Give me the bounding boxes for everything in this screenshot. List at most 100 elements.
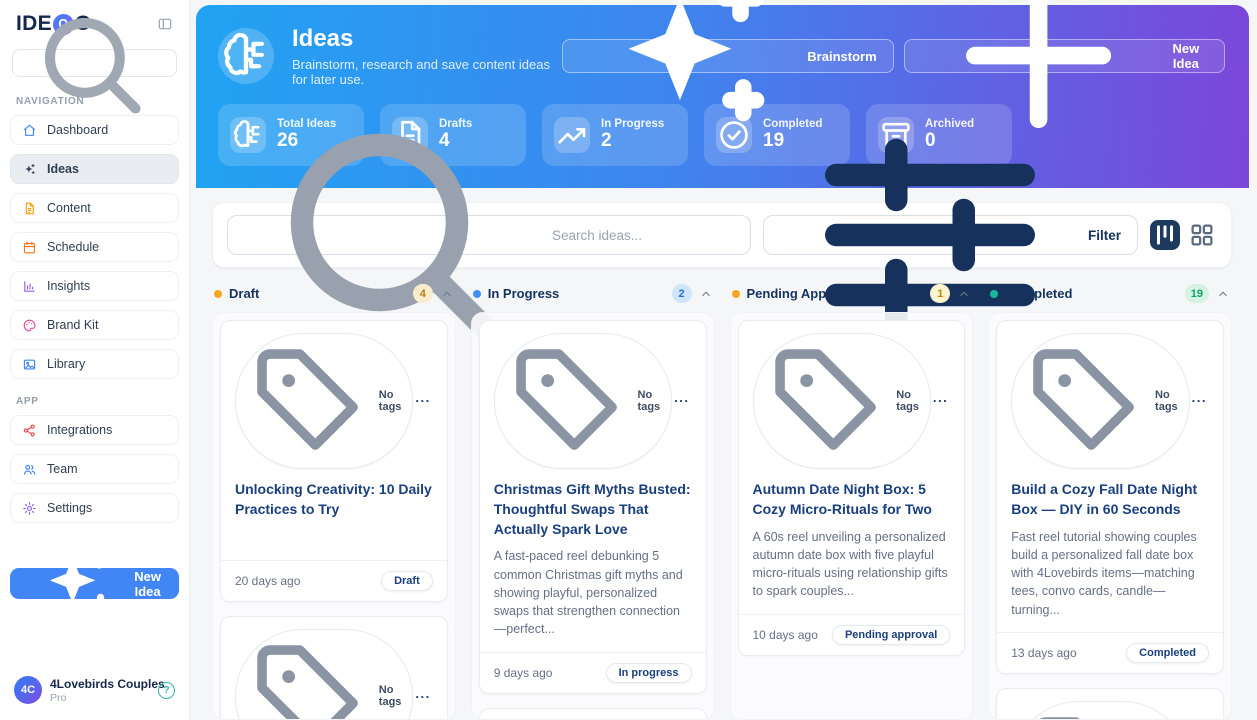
column-count-badge: 19 [1185,284,1209,303]
card-menu-icon[interactable]: ... [672,395,691,406]
tags-pill: No tags [235,629,413,720]
card-title: Unlocking Creativity: 10 Daily Practices… [235,480,433,520]
status-dot [214,290,222,298]
sidebar-item-label: Content [47,201,91,215]
card-menu-icon[interactable]: ... [413,691,432,702]
account-name[interactable]: 4Lovebirds Couples [50,677,150,691]
idea-card[interactable]: No tags ... Test Christmas Christmas Gif… [220,616,448,720]
idea-card[interactable]: No tags ... Autumn Micro-Date Box: 7 Coz… [996,688,1224,720]
card-status-badge: Pending approval [832,625,950,645]
filter-button[interactable]: Filter [763,215,1138,255]
tags-pill: No tags [753,333,931,469]
column-header: Draft 4 [212,284,456,303]
kanban-icon [1150,220,1180,250]
help-icon[interactable]: ? [158,682,175,699]
avatar[interactable]: 4C [14,676,42,704]
main-area: Ideas Brainstorm, research and save cont… [190,0,1257,720]
chevron-up-icon[interactable] [699,287,713,301]
stat-label: In Progress [601,118,664,130]
ideas-search[interactable] [227,215,751,255]
tags-pill: No tags [1011,333,1189,469]
sidebar-item-label: Dashboard [47,123,108,137]
sidebar-item-library[interactable]: Library [10,349,179,379]
tag-icon [763,337,891,465]
idea-card[interactable]: No tags ... Unlocking Creativity: 10 Dai… [220,320,448,602]
kanban-board: Draft 4 No tags ... Unlocking Creativity… [212,284,1232,720]
card-menu-icon[interactable]: ... [931,395,950,406]
chevron-up-icon[interactable] [1216,287,1230,301]
image-icon [22,357,37,372]
sidebar-item-label: Integrations [47,423,112,437]
page-subtitle: Brainstorm, research and save content id… [292,57,562,87]
sidebar-item-settings[interactable]: Settings [10,493,179,523]
card-menu-icon[interactable]: ... [1190,395,1209,406]
trend-up-icon [554,117,590,153]
card-title: Build a Cozy Fall Date Night Box — DIY i… [1011,480,1209,520]
card-timestamp: 9 days ago [494,666,553,680]
new-idea-button[interactable]: New Idea [904,39,1225,73]
board-column-draft: Draft 4 No tags ... Unlocking Creativity… [212,284,456,720]
brainstorm-button[interactable]: Brainstorm [562,39,894,73]
kanban-view-button[interactable] [1150,220,1180,250]
tag-icon [245,337,373,465]
column-count-badge: 2 [672,284,692,303]
column-title: In Progress [488,286,560,301]
sidebar-item-content[interactable]: Content [10,193,179,223]
idea-card[interactable]: No tags ... Christmas Gift Myths Busted:… [479,320,707,694]
card-status-badge: Draft [381,571,433,591]
idea-card[interactable]: No tags ... Build a Cozy Fall Date Night… [996,320,1224,674]
sidebar-item-label: Ideas [47,162,79,176]
card-timestamp: 13 days ago [1011,646,1076,660]
card-title: Christmas Gift Myths Busted: Thoughtful … [494,480,692,540]
sidebar-item-dashboard[interactable]: Dashboard [10,115,179,145]
sidebar-search[interactable] [12,49,177,77]
card-timestamp: 20 days ago [235,574,300,588]
sidebar-section-label: NAVIGATION [16,96,173,107]
sidebar-section-label: APP [16,396,173,407]
column-body: No tags ... Unlocking Creativity: 10 Dai… [212,312,456,720]
sidebar-item-integrations[interactable]: Integrations [10,415,179,445]
chevron-up-icon[interactable] [957,287,971,301]
card-menu-icon[interactable]: ... [413,395,432,406]
brain-icon [218,28,274,84]
card-description: Fast reel tutorial showing couples build… [1011,528,1209,619]
ideas-search-input[interactable] [552,228,736,243]
card-description: A 60s reel unveiling a personalized autu… [753,528,951,601]
sidebar-item-label: Brand Kit [47,318,98,332]
idea-card[interactable]: No tags ... Test Christmas Christmas Gif… [479,708,707,720]
tag-icon [1021,337,1149,465]
users-icon [22,462,37,477]
share-nodes-icon [22,423,37,438]
column-body: No tags ... Autumn Date Night Box: 5 Coz… [730,312,974,720]
grid-view-button[interactable] [1187,220,1217,250]
chevron-up-icon[interactable] [440,287,454,301]
sidebar-nav: NAVIGATION Dashboard Ideas Content Sched… [0,79,189,532]
status-dot [473,290,481,298]
account-row[interactable]: 4C 4Lovebirds Couples Pro ? [0,676,189,720]
column-body: No tags ... Christmas Gift Myths Busted:… [471,312,715,720]
sidebar: IDEQO NAVIGATION Dashboard Ideas Content… [0,0,190,720]
column-title: Pending Approval [747,286,858,301]
board-column-completed: Completed 19 No tags ... Build a Cozy Fa… [988,284,1232,720]
tag-icon [1021,705,1149,720]
sidebar-item-brand-kit[interactable]: Brand Kit [10,310,179,340]
board-column-in-progress: In Progress 2 No tags ... Christmas Gift… [471,284,715,720]
sidebar-new-idea-button[interactable]: New Idea [10,568,179,599]
column-count-badge: 1 [930,284,950,303]
status-dot [990,290,998,298]
sidebar-item-ideas[interactable]: Ideas [10,154,179,184]
card-title: Autumn Date Night Box: 5 Cozy Micro-Ritu… [753,480,951,520]
sidebar-item-schedule[interactable]: Schedule [10,232,179,262]
sidebar-item-insights[interactable]: Insights [10,271,179,301]
calendar-icon [22,240,37,255]
account-plan: Pro [50,692,150,704]
tag-icon [245,633,373,720]
stat-value: 2 [601,130,664,152]
card-description: A fast-paced reel debunking 5 common Chr… [494,547,692,638]
idea-card[interactable]: No tags ... Autumn Date Night Box: 5 Coz… [738,320,966,656]
sidebar-item-team[interactable]: Team [10,454,179,484]
board-toolbar: Filter [212,202,1232,268]
app-root: IDEQO NAVIGATION Dashboard Ideas Content… [0,0,1257,720]
card-timestamp: 10 days ago [753,628,818,642]
sidebar-collapse-icon[interactable] [157,16,173,32]
